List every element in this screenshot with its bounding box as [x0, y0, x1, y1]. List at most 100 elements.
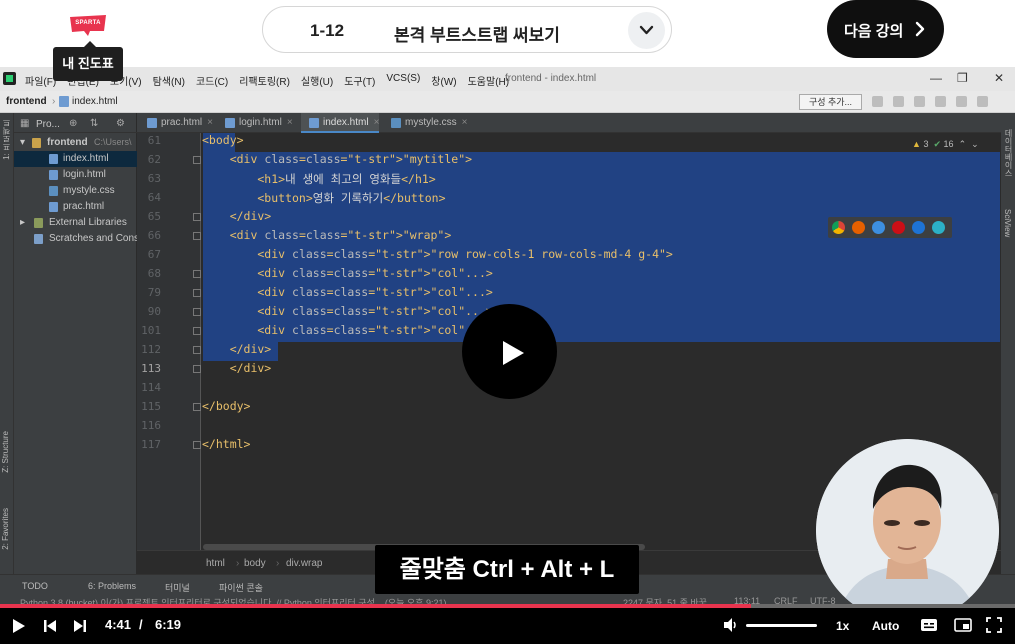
current-time: 4:41	[105, 617, 132, 632]
tab-login[interactable]: login.html ×	[217, 113, 293, 133]
search-everywhere-icon[interactable]	[977, 96, 988, 107]
fold-marker[interactable]	[193, 327, 201, 335]
edge-icon[interactable]	[932, 221, 945, 234]
play-icon[interactable]	[12, 618, 26, 634]
tree-item-file[interactable]: login.html	[14, 167, 137, 183]
line-number: 67	[147, 248, 161, 261]
tree-root[interactable]: ▾ frontend C:\Users\	[14, 135, 137, 151]
project-tool-label[interactable]: 1: 프로젝트	[1, 119, 12, 160]
fold-marker[interactable]	[193, 365, 201, 373]
coverage-icon[interactable]	[914, 96, 925, 107]
ie-icon[interactable]	[912, 221, 925, 234]
sciview-tool-label[interactable]: SciView	[1003, 209, 1012, 237]
close-icon[interactable]: ✕	[994, 71, 1004, 85]
close-icon[interactable]: ×	[287, 117, 293, 128]
lesson-selector[interactable]: 1-12 본격 부트스트랩 써보기	[262, 6, 672, 53]
code-line: <div class=class="t-str">"wrap">	[202, 228, 452, 242]
todo-tool[interactable]: TODO	[22, 581, 48, 591]
menu-item[interactable]: 리팩토링(R)	[239, 73, 290, 88]
terminal-tool[interactable]: 터미널	[165, 581, 190, 594]
safari-icon[interactable]	[872, 221, 885, 234]
tree-item-file[interactable]: index.html	[14, 151, 137, 167]
video-quality[interactable]: Auto	[872, 619, 899, 633]
favorites-tool-label[interactable]: 2: Favorites	[1, 508, 10, 550]
minimize-icon[interactable]: —	[930, 71, 942, 85]
fold-marker[interactable]	[193, 270, 201, 278]
menu-item[interactable]: 탐색(N)	[153, 73, 185, 88]
tree-item-file[interactable]: prac.html	[14, 199, 137, 215]
folder-icon: ▦	[20, 118, 30, 129]
menu-item[interactable]: VCS(S)	[386, 73, 420, 88]
problems-tool[interactable]: 6: Problems	[88, 581, 136, 591]
tree-item-label: index.html	[63, 153, 109, 164]
fold-marker[interactable]	[193, 232, 201, 240]
tab-index[interactable]: index.html ×	[301, 113, 380, 133]
fold-marker[interactable]	[193, 308, 201, 316]
fold-marker[interactable]	[193, 441, 201, 449]
editor-crumb[interactable]: div.wrap	[286, 558, 323, 569]
fold-marker[interactable]	[193, 156, 201, 164]
play-button[interactable]	[462, 304, 557, 399]
breadcrumb-project[interactable]: frontend	[6, 96, 47, 107]
profile-icon[interactable]	[935, 96, 946, 107]
code-line: </div>	[202, 361, 272, 375]
close-icon[interactable]: ×	[374, 117, 380, 128]
progress-tooltip[interactable]: 내 진도표	[53, 41, 123, 81]
debug-icon[interactable]	[893, 96, 904, 107]
line-number: 68	[147, 267, 161, 280]
expand-icon: ▾	[20, 137, 26, 148]
warning-icon: ▲	[912, 139, 921, 149]
editor-crumb[interactable]: body	[244, 558, 266, 569]
menu-item[interactable]: 코드(C)	[196, 73, 228, 88]
project-panel-title[interactable]: Pro...	[36, 119, 60, 130]
next-lecture-button[interactable]: 다음 강의	[827, 0, 944, 58]
restore-icon[interactable]: ❐	[957, 71, 968, 85]
tab-mystyle[interactable]: mystyle.css ×	[383, 113, 468, 133]
html-file-icon	[59, 96, 69, 107]
collapse-icon[interactable]: ⇅	[90, 118, 98, 129]
tree-external-libraries[interactable]: ▸ External Libraries	[14, 215, 137, 231]
fold-marker[interactable]	[193, 346, 201, 354]
fold-marker[interactable]	[193, 403, 201, 411]
volume-slider[interactable]	[746, 624, 817, 627]
locate-icon[interactable]: ⊕	[69, 118, 77, 129]
skip-back-icon[interactable]	[43, 618, 57, 634]
python-console-tool[interactable]: 파이썬 콘솔	[219, 581, 263, 594]
run-icon[interactable]	[872, 96, 883, 107]
chevron-down-icon[interactable]: ⌄	[971, 139, 979, 149]
opera-icon[interactable]	[892, 221, 905, 234]
breadcrumb-file[interactable]: index.html	[72, 96, 118, 107]
subtitles-icon[interactable]	[920, 618, 938, 632]
chrome-icon[interactable]	[832, 221, 845, 234]
close-icon[interactable]: ×	[207, 117, 213, 128]
gear-icon[interactable]: ⚙	[116, 118, 125, 129]
structure-tool-label[interactable]: Z: Structure	[1, 431, 10, 473]
menu-item[interactable]: 창(W)	[431, 73, 456, 88]
fold-marker[interactable]	[193, 213, 201, 221]
tab-prac[interactable]: prac.html ×	[139, 113, 213, 133]
add-configuration-button[interactable]: 구성 추가...	[799, 94, 862, 110]
tree-scratches[interactable]: Scratches and Conso	[14, 231, 137, 247]
menu-item[interactable]: 도구(T)	[344, 73, 375, 88]
menu-item[interactable]: 실행(U)	[301, 73, 333, 88]
database-tool-label[interactable]: 데이터베이스	[1003, 129, 1014, 177]
stop-icon[interactable]	[956, 96, 967, 107]
close-icon[interactable]: ×	[462, 117, 468, 128]
editor-crumb[interactable]: html	[206, 558, 225, 569]
menu-item[interactable]: 도움말(H)	[468, 73, 509, 88]
menu-item[interactable]: 파일(F)	[25, 73, 56, 88]
line-number: 116	[141, 419, 161, 432]
volume-icon[interactable]	[723, 617, 739, 633]
fold-marker[interactable]	[193, 289, 201, 297]
inspection-widget[interactable]: ▲ 3 ✔ 16 ⌃ ⌄	[912, 139, 979, 150]
line-number: 64	[147, 191, 161, 204]
firefox-icon[interactable]	[852, 221, 865, 234]
lesson-dropdown-button[interactable]	[628, 12, 665, 49]
chevron-up-icon[interactable]: ⌃	[959, 139, 967, 149]
playback-speed[interactable]: 1x	[836, 619, 849, 633]
skip-forward-icon[interactable]	[73, 618, 87, 634]
fullscreen-icon[interactable]	[986, 617, 1002, 633]
tree-item-file[interactable]: mystyle.css	[14, 183, 137, 199]
picture-in-picture-icon[interactable]	[954, 618, 972, 632]
sparta-logo[interactable]: SPARTA	[66, 14, 110, 36]
